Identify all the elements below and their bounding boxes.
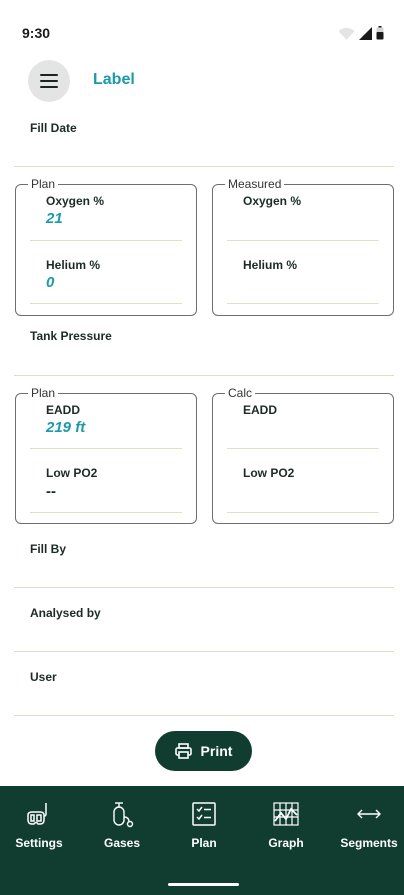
tank-pressure-field[interactable] xyxy=(14,375,394,376)
plan-oxygen-label: Oxygen % xyxy=(46,194,105,208)
calc-low-po2-field xyxy=(227,512,379,513)
gas-tank-icon xyxy=(109,800,135,828)
home-indicator[interactable] xyxy=(168,883,239,886)
gas-measured-group: Measured Oxygen % Helium % xyxy=(212,177,394,316)
nav-settings[interactable]: Settings xyxy=(8,786,70,866)
calc-eadd-label: EADD xyxy=(243,403,278,417)
plan-low-po2-value: -- xyxy=(46,483,56,500)
snorkel-mask-icon xyxy=(26,800,52,828)
wifi-icon xyxy=(338,27,355,40)
print-button[interactable]: Print xyxy=(155,731,252,771)
plan-low-po2-label: Low PO2 xyxy=(46,466,98,480)
analysed-by-label: Analysed by xyxy=(30,606,101,620)
nav-gases[interactable]: Gases xyxy=(92,786,152,866)
nav-graph[interactable]: Graph xyxy=(258,786,314,866)
printer-icon xyxy=(174,743,192,759)
user-field[interactable] xyxy=(14,715,394,716)
checklist-icon xyxy=(191,800,217,828)
plan-eadd-label: EADD xyxy=(46,403,81,417)
graph-icon xyxy=(272,800,300,828)
double-arrow-icon xyxy=(355,800,383,828)
print-button-label: Print xyxy=(200,743,233,759)
user-label: User xyxy=(30,670,57,684)
nav-gases-label: Gases xyxy=(103,836,141,850)
nav-segments-label: Segments xyxy=(340,836,398,850)
gas-plan-group: Plan Oxygen % 21 Helium % 0 xyxy=(15,177,197,316)
measured-oxygen-field[interactable] xyxy=(227,240,379,241)
nav-segments[interactable]: Segments xyxy=(336,786,402,866)
fill-date-field[interactable] xyxy=(14,166,394,167)
nav-graph-label: Graph xyxy=(268,836,304,850)
plan-eadd-value: 219 ft xyxy=(46,419,86,436)
analysed-by-field[interactable] xyxy=(14,651,394,652)
calc-low-po2-label: Low PO2 xyxy=(243,466,295,480)
menu-button[interactable] xyxy=(28,60,70,102)
nav-plan[interactable]: Plan xyxy=(176,786,232,866)
plan-helium-value[interactable]: 0 xyxy=(46,274,54,291)
measured-helium-label: Helium % xyxy=(243,258,298,272)
plan-low-po2-underline xyxy=(30,512,182,513)
nav-plan-label: Plan xyxy=(191,836,217,850)
gas-plan-legend: Plan xyxy=(28,177,59,191)
measured-oxygen-label: Oxygen % xyxy=(243,194,302,208)
battery-icon xyxy=(376,26,384,40)
tank-pressure-label: Tank Pressure xyxy=(30,329,112,343)
calc-eadd-field xyxy=(227,448,379,449)
plan-helium-underline xyxy=(30,303,182,304)
measured-helium-field[interactable] xyxy=(227,303,379,304)
depth-calc-group: Calc EADD Low PO2 xyxy=(212,386,394,524)
signal-icon xyxy=(359,27,372,40)
gas-measured-legend: Measured xyxy=(225,177,285,191)
plan-eadd-underline xyxy=(30,448,182,449)
fill-by-field[interactable] xyxy=(14,587,394,588)
page-title: Label xyxy=(93,71,135,88)
status-time: 9:30 xyxy=(22,25,51,41)
depth-calc-legend: Calc xyxy=(225,386,256,400)
depth-plan-group: Plan EADD 219 ft Low PO2 -- xyxy=(15,386,197,524)
depth-plan-legend: Plan xyxy=(28,386,59,400)
status-bar: 9:30 xyxy=(0,0,404,66)
nav-settings-label: Settings xyxy=(15,836,63,850)
hamburger-icon xyxy=(40,74,58,88)
fill-date-label: Fill Date xyxy=(30,121,77,135)
fill-by-label: Fill By xyxy=(30,542,67,556)
status-icons xyxy=(338,26,384,40)
plan-helium-label: Helium % xyxy=(46,258,101,272)
plan-oxygen-underline xyxy=(30,240,182,241)
plan-oxygen-value[interactable]: 21 xyxy=(46,210,63,227)
bottom-navigation: Settings Gases Plan Graph Segments xyxy=(0,786,404,895)
